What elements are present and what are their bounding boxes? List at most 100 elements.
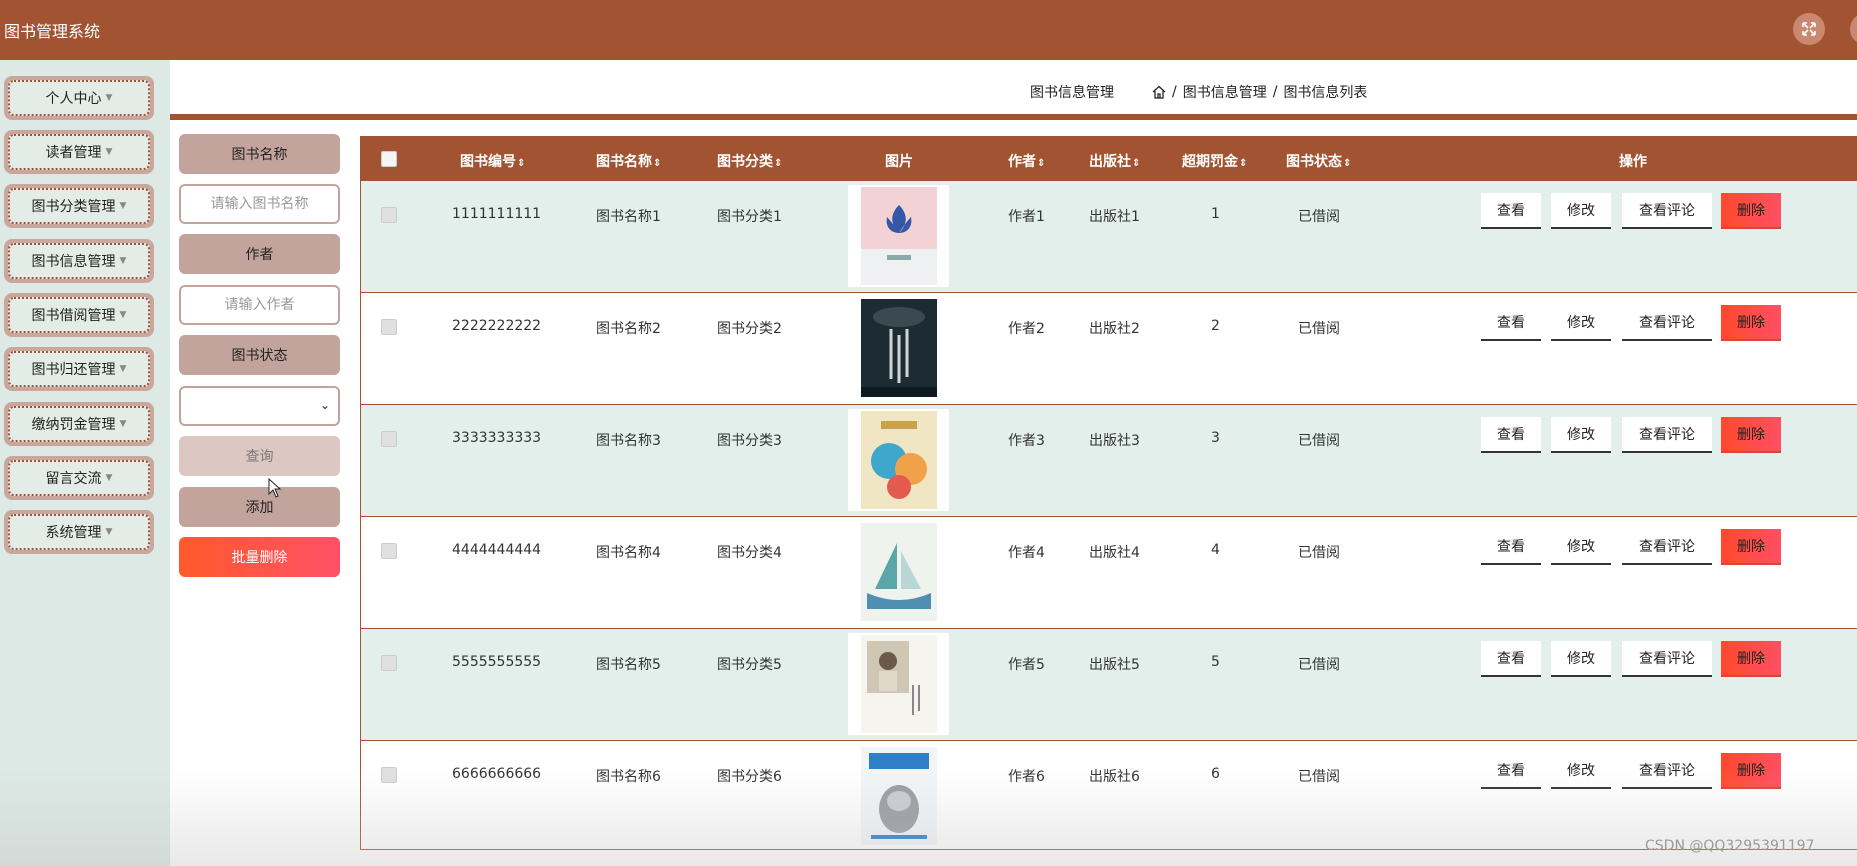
bulk-delete-button[interactable]: 批量删除 [179, 537, 340, 577]
row-checkbox[interactable] [381, 767, 397, 783]
cell-book-name: 图书名称5 [596, 657, 661, 673]
edit-button[interactable]: 修改 [1551, 529, 1611, 565]
delete-button[interactable]: 删除 [1721, 641, 1781, 677]
view-comments-button[interactable]: 查看评论 [1622, 641, 1712, 677]
edit-button[interactable]: 修改 [1551, 753, 1611, 789]
view-comments-button[interactable]: 查看评论 [1622, 193, 1712, 229]
author-input[interactable] [179, 285, 340, 325]
cell-fine: 3 [1211, 430, 1220, 446]
header-book-no[interactable]: 图书编号⇕ [460, 151, 525, 171]
cell-category: 图书分类4 [717, 545, 782, 561]
sidebar-item-label: 图书归还管理 [31, 362, 116, 378]
sort-icon[interactable]: ⇕ [1132, 158, 1140, 169]
fullscreen-icon[interactable] [1793, 13, 1825, 45]
cell-book-name: 图书名称4 [596, 545, 661, 561]
sort-icon[interactable]: ⇕ [1037, 158, 1045, 169]
cell-book-name: 图书名称2 [596, 321, 661, 337]
sidebar-item-fines[interactable]: 缴纳罚金管理 ▼ [4, 402, 154, 446]
cell-status: 已借阅 [1298, 321, 1340, 337]
edit-button[interactable]: 修改 [1551, 417, 1611, 453]
view-button[interactable]: 查看 [1481, 305, 1541, 341]
view-comments-button[interactable]: 查看评论 [1622, 417, 1712, 453]
breadcrumb: / 图书信息管理 / 图书信息列表 [1152, 82, 1367, 102]
sidebar-item-messages[interactable]: 留言交流 ▼ [4, 456, 154, 500]
cell-fine: 5 [1211, 654, 1220, 670]
sidebar-item-readers[interactable]: 读者管理 ▼ [4, 130, 154, 174]
table-header: 图书编号⇕ 图书名称⇕ 图书分类⇕ 图片 作者⇕ 出版社⇕ 超期罚金⇕ 图书状态… [361, 137, 1857, 181]
row-checkbox[interactable] [381, 319, 397, 335]
cell-publisher: 出版社5 [1089, 657, 1140, 673]
view-button[interactable]: 查看 [1481, 193, 1541, 229]
cell-book-no: 4444444444 [452, 542, 542, 558]
edit-button[interactable]: 修改 [1551, 641, 1611, 677]
view-button[interactable]: 查看 [1481, 417, 1541, 453]
book-cover-image[interactable] [848, 409, 949, 511]
query-button[interactable]: 查询 [179, 436, 340, 476]
book-cover-image[interactable] [848, 297, 949, 399]
book-cover-image[interactable] [848, 745, 949, 847]
delete-button[interactable]: 删除 [1721, 193, 1781, 229]
sort-icon[interactable]: ⇕ [1343, 158, 1351, 169]
edit-button[interactable]: 修改 [1551, 193, 1611, 229]
select-all-checkbox[interactable] [381, 151, 397, 167]
book-cover-portrait [860, 635, 937, 733]
cell-book-no: 3333333333 [452, 430, 542, 446]
view-comments-button[interactable]: 查看评论 [1622, 753, 1712, 789]
sort-icon[interactable]: ⇕ [653, 158, 661, 169]
avatar[interactable] [1850, 13, 1857, 45]
row-checkbox[interactable] [381, 431, 397, 447]
header-publisher[interactable]: 出版社⇕ [1089, 151, 1140, 171]
cell-category: 图书分类6 [717, 769, 782, 785]
page-title: 图书信息管理 [1030, 85, 1114, 101]
row-checkbox[interactable] [381, 655, 397, 671]
edit-button[interactable]: 修改 [1551, 305, 1611, 341]
header-book-name[interactable]: 图书名称⇕ [596, 151, 661, 171]
view-button[interactable]: 查看 [1481, 641, 1541, 677]
delete-button[interactable]: 删除 [1721, 305, 1781, 341]
book-table: 图书编号⇕ 图书名称⇕ 图书分类⇕ 图片 作者⇕ 出版社⇕ 超期罚金⇕ 图书状态… [360, 136, 1857, 850]
delete-button[interactable]: 删除 [1721, 753, 1781, 789]
sort-icon[interactable]: ⇕ [1239, 158, 1247, 169]
add-button[interactable]: 添加 [179, 487, 340, 527]
view-button[interactable]: 查看 [1481, 753, 1541, 789]
sidebar-item-system[interactable]: 系统管理 ▼ [4, 510, 154, 554]
sort-icon[interactable]: ⇕ [517, 158, 525, 169]
header-status[interactable]: 图书状态⇕ [1286, 151, 1351, 171]
delete-button[interactable]: 删除 [1721, 529, 1781, 565]
book-cover-image[interactable] [848, 521, 949, 623]
cell-fine: 1 [1211, 206, 1220, 222]
sidebar-item-label: 系统管理 [45, 525, 102, 541]
header-category[interactable]: 图书分类⇕ [717, 151, 782, 171]
book-name-label: 图书名称 [179, 134, 340, 174]
sort-icon[interactable]: ⇕ [774, 158, 782, 169]
book-cover-image[interactable] [848, 185, 949, 287]
breadcrumb-bar: 图书信息管理 / 图书信息管理 / 图书信息列表 [170, 60, 1857, 120]
header-fine[interactable]: 超期罚金⇕ [1182, 151, 1247, 171]
delete-button[interactable]: 删除 [1721, 417, 1781, 453]
cell-publisher: 出版社3 [1089, 433, 1140, 449]
book-status-select[interactable]: ⌄ [179, 386, 340, 426]
breadcrumb-item[interactable]: 图书信息管理 [1183, 82, 1267, 102]
mouse-cursor-icon [268, 478, 282, 498]
sidebar-item-book-info[interactable]: 图书信息管理 ▼ [4, 239, 154, 283]
view-button[interactable]: 查看 [1481, 529, 1541, 565]
book-name-input[interactable] [179, 184, 340, 224]
sidebar-item-returns[interactable]: 图书归还管理 ▼ [4, 347, 154, 391]
table-row: 3333333333 图书名称3 图书分类3 作者3 出版社3 3 已借阅 查看… [361, 405, 1857, 517]
header-author[interactable]: 作者⇕ [1008, 151, 1045, 171]
home-icon[interactable] [1152, 85, 1166, 99]
view-comments-button[interactable]: 查看评论 [1622, 529, 1712, 565]
cell-publisher: 出版社6 [1089, 769, 1140, 785]
cell-publisher: 出版社1 [1089, 209, 1140, 225]
cell-status: 已借阅 [1298, 209, 1340, 225]
sidebar-item-borrowing[interactable]: 图书借阅管理 ▼ [4, 293, 154, 337]
row-checkbox[interactable] [381, 543, 397, 559]
book-cover-lotus [860, 187, 937, 285]
cell-author: 作者3 [1008, 433, 1045, 449]
table-row: 6666666666 图书名称6 图书分类6 作者6 出版社6 6 已借阅 查看… [361, 741, 1857, 849]
view-comments-button[interactable]: 查看评论 [1622, 305, 1712, 341]
sidebar-item-personal-center[interactable]: 个人中心 ▼ [4, 76, 154, 120]
sidebar-item-categories[interactable]: 图书分类管理 ▼ [4, 184, 154, 228]
row-checkbox[interactable] [381, 207, 397, 223]
book-cover-image[interactable] [848, 633, 949, 735]
